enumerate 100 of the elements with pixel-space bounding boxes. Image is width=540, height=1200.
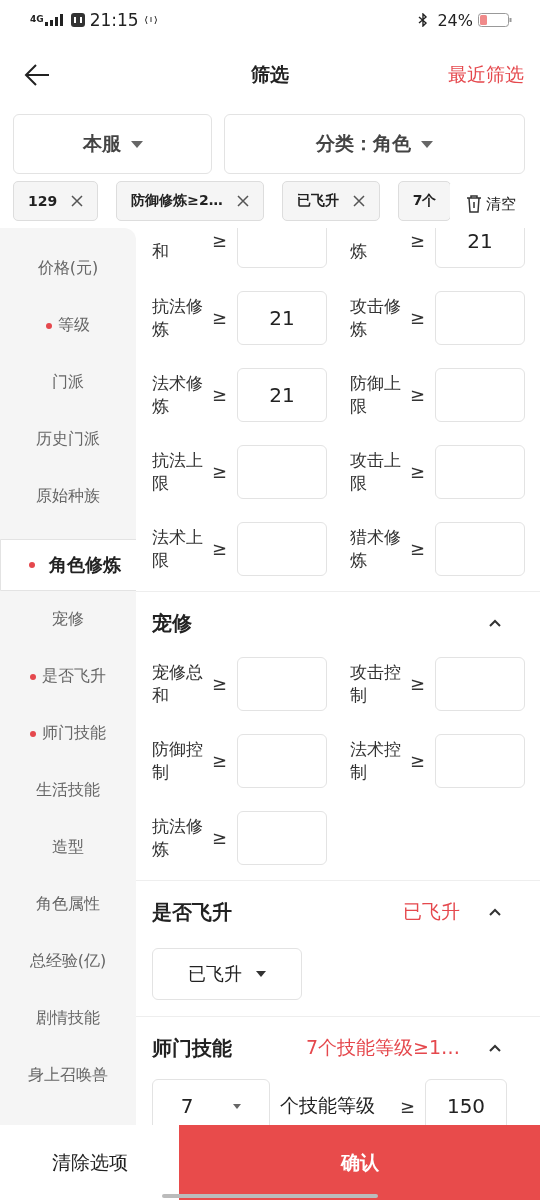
field-label: 法术修炼: [152, 371, 204, 418]
operator-sign: ≥: [400, 1095, 417, 1117]
sidebar-label: 历史门派: [36, 429, 100, 450]
battery-percent: 24%: [437, 10, 473, 30]
dropdown-label: 7: [180, 1094, 194, 1118]
field-label: 攻击控制: [350, 660, 402, 707]
sidebar-label: 原始种族: [36, 486, 100, 507]
caret-icon: [233, 1103, 242, 1109]
chip-label: 已飞升: [296, 192, 339, 210]
dropdown[interactable]: 分类：角色: [224, 114, 525, 174]
trash-icon: [466, 195, 482, 213]
dropdown[interactable]: 已飞升: [152, 948, 302, 1000]
operator-sign: ≥: [410, 750, 427, 771]
operator-sign: ≥: [410, 461, 427, 482]
sidebar-item[interactable]: 角色属性: [0, 876, 136, 933]
sidebar-label: 宠修: [52, 609, 84, 630]
filter-chip[interactable]: 已飞升: [281, 181, 380, 221]
sidebar-label: 身上召唤兽: [28, 1065, 108, 1086]
caret-icon: [130, 140, 143, 148]
sidebar-item[interactable]: 历史门派: [0, 411, 136, 468]
collapse-icon[interactable]: [488, 1043, 502, 1053]
operator-sign: ≥: [212, 307, 229, 328]
section-title: 宠修: [152, 609, 193, 637]
section-summary: 已飞升: [403, 899, 460, 924]
caret-icon: [421, 140, 433, 148]
sidebar-item[interactable]: 是否飞升: [0, 648, 136, 705]
section-title: 师门技能: [152, 1034, 233, 1062]
field-label: 防御控制: [152, 737, 204, 784]
operator-sign: ≥: [410, 230, 427, 251]
sidebar-item[interactable]: 总经验(亿): [0, 933, 136, 990]
close-icon[interactable]: [71, 195, 84, 207]
input-field[interactable]: 21: [237, 290, 327, 345]
operator-sign: ≥: [212, 461, 229, 482]
section-summary: 7个技能等级≥1…: [305, 1035, 460, 1060]
filter-chip[interactable]: 129: [13, 181, 99, 221]
sidebar-item[interactable]: 角色修炼: [0, 539, 136, 591]
dropdown[interactable]: 本服: [13, 114, 212, 174]
dropdown-label: 分类：角色: [316, 131, 411, 156]
input-field[interactable]: 21: [237, 367, 327, 422]
sidebar-label: 价格(元): [37, 258, 99, 279]
bluetooth-icon: [418, 13, 429, 27]
field-label: 炼: [350, 240, 368, 263]
operator-sign: ≥: [212, 384, 229, 405]
confirm-button[interactable]: 确认: [179, 1125, 540, 1200]
sidebar-label: 角色修炼: [49, 553, 121, 577]
page-title: 筛选: [251, 62, 289, 87]
field-label: 个技能等级: [280, 1093, 376, 1118]
sidebar-label: 等级: [58, 315, 90, 336]
sidebar-item[interactable]: 原始种族: [0, 468, 136, 525]
collapse-icon[interactable]: [488, 618, 502, 628]
input-field[interactable]: [435, 290, 525, 345]
close-icon[interactable]: [236, 195, 249, 207]
operator-sign: ≥: [410, 538, 427, 559]
sidebar-label: 师门技能: [42, 723, 106, 744]
input-field[interactable]: [237, 733, 327, 788]
field-label: 抗法上限: [152, 448, 204, 495]
filter-chip[interactable]: 防御修炼≥2…: [116, 181, 264, 221]
input-field[interactable]: 21: [435, 228, 525, 268]
input-field[interactable]: [237, 444, 327, 499]
chip-label: 防御修炼≥2…: [131, 192, 223, 210]
input-field[interactable]: [435, 656, 525, 711]
input-field[interactable]: [435, 444, 525, 499]
close-icon[interactable]: [352, 195, 365, 207]
field-label: 宠修总和: [152, 660, 204, 707]
chip-label: 7个: [412, 192, 437, 210]
sidebar-label: 是否飞升: [42, 666, 106, 687]
input-field[interactable]: [435, 367, 525, 422]
nfc-icon: [143, 14, 158, 26]
input-field[interactable]: [237, 521, 327, 576]
back-arrow-icon[interactable]: [24, 63, 50, 87]
sidebar-item[interactable]: 生活技能: [0, 762, 136, 819]
input-field[interactable]: [237, 810, 327, 865]
input-field[interactable]: [435, 521, 525, 576]
field-label: 和: [152, 240, 170, 263]
sidebar-item[interactable]: 剧情技能: [0, 990, 136, 1047]
input-field[interactable]: [237, 656, 327, 711]
status-time: 21:15: [89, 10, 139, 30]
field-label: 法术控制: [350, 737, 402, 784]
input-field[interactable]: [435, 733, 525, 788]
sidebar-label: 门派: [52, 372, 84, 393]
sidebar-item[interactable]: 身上召唤兽: [0, 1047, 136, 1104]
recent-filters-link[interactable]: 最近筛选: [448, 62, 524, 88]
sidebar-label: 剧情技能: [36, 1008, 100, 1029]
collapse-icon[interactable]: [488, 907, 502, 917]
operator-sign: ≥: [410, 673, 427, 694]
operator-sign: ≥: [212, 827, 229, 848]
sidebar-item[interactable]: 造型: [0, 819, 136, 876]
caret-icon: [256, 971, 266, 977]
section-title: 是否飞升: [152, 898, 233, 926]
operator-sign: ≥: [212, 230, 229, 251]
filter-chip[interactable]: 7个: [397, 181, 452, 221]
input-field[interactable]: [237, 228, 327, 268]
sidebar-item[interactable]: 门派: [0, 354, 136, 411]
sidebar-item[interactable]: 等级: [0, 297, 136, 354]
field-label: 抗法修炼: [152, 294, 204, 341]
sidebar-item[interactable]: 宠修: [0, 591, 136, 648]
sidebar-label: 总经验(亿): [29, 951, 107, 972]
sidebar-item[interactable]: 师门技能: [0, 705, 136, 762]
field-label: 抗法修炼: [152, 814, 204, 861]
sidebar-item[interactable]: 价格(元): [0, 240, 136, 297]
